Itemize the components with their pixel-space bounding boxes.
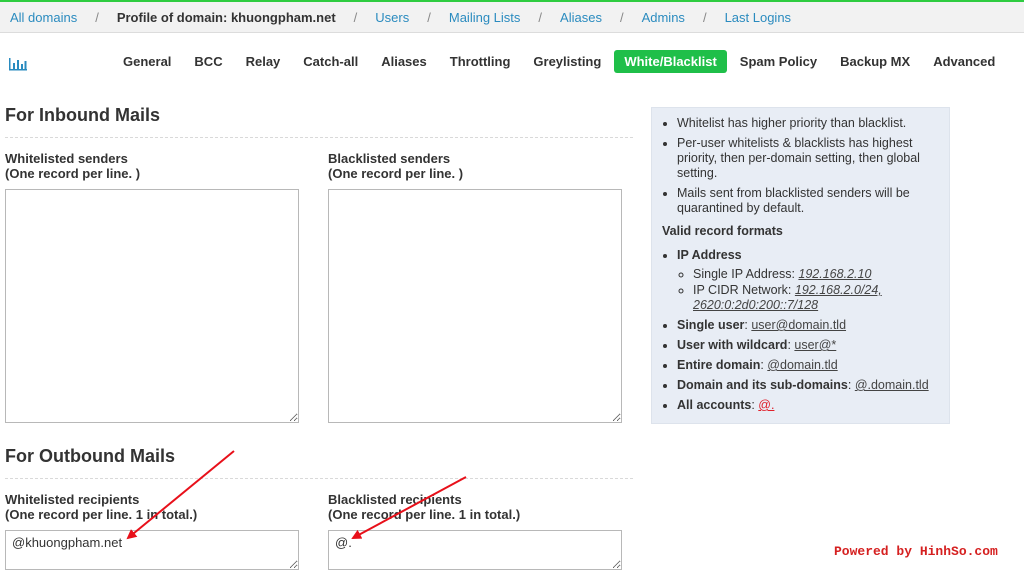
format-single-user: Single user: user@domain.tld [677, 318, 939, 333]
whitelisted-recipients-textarea[interactable]: @khuongpham.net [5, 530, 299, 570]
blacklisted-senders-label-title: Blacklisted senders [328, 151, 451, 166]
section-divider [5, 478, 633, 479]
format-subdomains: Domain and its sub-domains: @.domain.tld [677, 378, 939, 393]
inbound-section-title: For Inbound Mails [5, 105, 160, 125]
blacklisted-senders-label-hint: (One record per line. ) [328, 166, 464, 181]
tab-advanced[interactable]: Advanced [923, 50, 1005, 73]
tab-list: General BCC Relay Catch-all Aliases Thro… [113, 50, 1008, 73]
blacklisted-recipients-label-hint: (One record per line. 1 in total.) [328, 507, 521, 522]
format-example[interactable]: user@domain.tld [751, 318, 846, 332]
tab-relay[interactable]: Relay [236, 50, 291, 73]
breadcrumb-separator: / [353, 9, 358, 25]
note-item: Mails sent from blacklisted senders will… [677, 186, 939, 216]
notes-list: Whitelist has higher priority than black… [661, 116, 939, 216]
watermark: Powered by HinhSo.com [834, 544, 998, 559]
formats-list: IP Address Single IP Address: 192.168.2.… [661, 248, 939, 413]
outbound-section-title: For Outbound Mails [5, 446, 175, 466]
format-example[interactable]: @. [758, 398, 774, 412]
whitelisted-senders-label-title: Whitelisted senders [5, 151, 128, 166]
whitelisted-senders-textarea[interactable] [5, 189, 299, 423]
breadcrumb-separator: / [95, 9, 99, 25]
tab-bcc[interactable]: BCC [184, 50, 232, 73]
bar-chart-icon[interactable] [9, 55, 27, 71]
format-label: Entire domain [677, 358, 761, 372]
tab-aliases[interactable]: Aliases [371, 50, 437, 73]
blacklisted-recipients-textarea[interactable]: @. [328, 530, 622, 570]
whitelisted-recipients-label: Whitelisted recipients (One record per l… [5, 492, 197, 522]
note-item: Whitelist has higher priority than black… [677, 116, 939, 131]
record-formats-heading: Valid record formats [662, 224, 783, 238]
breadcrumb-separator: / [538, 9, 543, 25]
format-label: IP CIDR Network: [693, 283, 792, 297]
tab-backup-mx[interactable]: Backup MX [830, 50, 920, 73]
blacklisted-senders-textarea[interactable] [328, 189, 622, 423]
profile-tabbar: General BCC Relay Catch-all Aliases Thro… [0, 44, 1024, 80]
tab-throttling[interactable]: Throttling [440, 50, 521, 73]
format-example[interactable]: @.domain.tld [855, 378, 929, 392]
breadcrumb-all-domains[interactable]: All domains [10, 10, 77, 25]
blacklisted-senders-label: Blacklisted senders (One record per line… [328, 151, 463, 181]
breadcrumb-users[interactable]: Users [375, 10, 409, 25]
format-cidr: IP CIDR Network: 192.168.2.0/24, 2620:0:… [693, 283, 939, 313]
breadcrumb: All domains / Profile of domain: khuongp… [0, 0, 1024, 33]
format-all-accounts: All accounts: @. [677, 398, 939, 413]
section-divider [5, 137, 633, 138]
blacklisted-recipients-label-title: Blacklisted recipients [328, 492, 462, 507]
format-label: User with wildcard [677, 338, 788, 352]
record-format-help-panel: Whitelist has higher priority than black… [651, 107, 950, 424]
tab-greylisting[interactable]: Greylisting [523, 50, 611, 73]
format-entire-domain: Entire domain: @domain.tld [677, 358, 939, 373]
format-label: Single user [677, 318, 745, 332]
whitelisted-recipients-label-title: Whitelisted recipients [5, 492, 140, 507]
tab-catch-all[interactable]: Catch-all [293, 50, 368, 73]
note-item: Per-user whitelists & blacklists has hig… [677, 136, 939, 181]
breadcrumb-separator: / [619, 9, 624, 25]
format-example[interactable]: user@* [794, 338, 836, 352]
breadcrumb-mailing-lists[interactable]: Mailing Lists [449, 10, 521, 25]
whitelisted-senders-label-hint: (One record per line. ) [5, 166, 141, 181]
format-single-ip: Single IP Address: 192.168.2.10 [693, 267, 939, 282]
whitelisted-recipients-label-hint: (One record per line. 1 in total.) [5, 507, 198, 522]
whitelisted-senders-label: Whitelisted senders (One record per line… [5, 151, 140, 181]
format-label: Domain and its sub-domains [677, 378, 848, 392]
format-wildcard: User with wildcard: user@* [677, 338, 939, 353]
tab-white-blacklist[interactable]: White/Blacklist [614, 50, 727, 73]
breadcrumb-aliases[interactable]: Aliases [560, 10, 602, 25]
blacklisted-recipients-label: Blacklisted recipients (One record per l… [328, 492, 520, 522]
breadcrumb-separator: / [427, 9, 431, 25]
format-label: Single IP Address: [693, 267, 795, 281]
tab-spam-policy[interactable]: Spam Policy [730, 50, 827, 73]
breadcrumb-admins[interactable]: Admins [642, 10, 685, 25]
breadcrumb-profile: Profile of domain: khuongpham.net [116, 9, 336, 25]
format-label: IP Address [677, 248, 742, 262]
format-ip-address: IP Address Single IP Address: 192.168.2.… [677, 248, 939, 313]
breadcrumb-separator: / [702, 9, 707, 25]
breadcrumb-last-logins[interactable]: Last Logins [725, 10, 792, 25]
format-example[interactable]: 192.168.2.10 [798, 267, 871, 281]
ip-format-sublist: Single IP Address: 192.168.2.10 IP CIDR … [677, 267, 939, 313]
tab-general[interactable]: General [113, 50, 181, 73]
format-label: All accounts [677, 398, 752, 412]
format-example[interactable]: @domain.tld [767, 358, 837, 372]
